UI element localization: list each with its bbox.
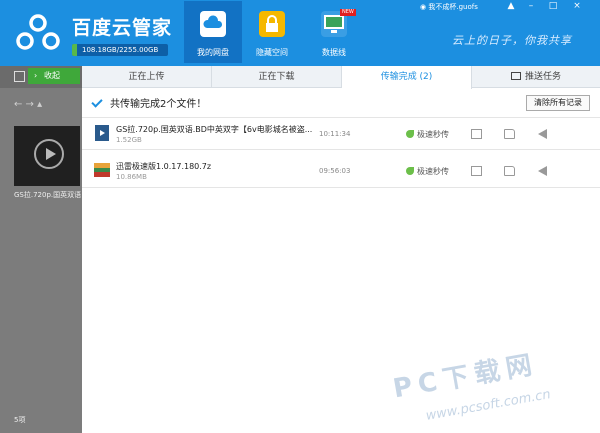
baidu-cloud-logo-icon [16,14,60,50]
tab-push-tasks[interactable]: 推送任务 [472,66,600,88]
archive-file-icon [94,163,110,177]
play-icon [34,139,64,169]
username: 我不成杯.guofs [428,3,478,11]
tab-completed[interactable]: 传输完成 (2) [342,66,472,89]
storage-quota-fill [72,44,77,56]
maximize-button[interactable]: □ [546,1,560,11]
summary-text: 共传输完成2个文件！ [110,99,207,110]
chevron-right-icon: › [34,71,38,80]
file-size: 10.86MB [116,173,147,181]
app-title: 百度云管家 [72,17,173,39]
rocket-icon [406,167,414,175]
file-time: 10:11:34 [319,130,351,138]
close-button[interactable]: × [570,1,584,11]
tab-uploading[interactable]: 正在上传 [82,66,212,88]
delete-record-icon[interactable] [538,166,547,176]
open-folder-icon[interactable] [504,129,515,139]
nav-arrows[interactable]: ← → ▴ [14,99,42,110]
left-toolbar: › 收起 [0,66,82,88]
cloud-drive-icon [200,11,226,37]
minimize-button[interactable]: – [524,1,538,11]
rocket-icon [406,130,414,138]
file-name: 迅雷极速版1.0.17.180.7z [116,162,212,171]
clear-records-button[interactable]: 清除所有记录 [526,95,590,111]
open-file-icon[interactable] [471,129,482,139]
title-bar: 百度云管家 108.18GB/2255.00GB 我的网盘 隐藏空间 NEW 数… [0,0,600,66]
notification-button[interactable]: ▲ [504,1,518,11]
instant-transfer-tag: 极速秒传 [406,166,449,177]
nav-my-drive[interactable]: 我的网盘 [184,1,242,63]
nav-label: 隐藏空间 [256,48,288,57]
file-time: 09:56:03 [319,167,351,175]
slogan: 云上的日子，你我共享 [452,34,572,47]
user-avatar-icon: ◉ [420,3,427,11]
tab-label: 推送任务 [524,72,561,82]
tab-downloading[interactable]: 正在下载 [212,66,342,88]
thumbnail-name: GS拉.720p.国英双语 [14,191,82,199]
lock-icon [259,11,285,37]
file-name: GS拉.720p.国英双语.BD中英双字【6v电影城名被盗... [116,125,312,134]
user-account[interactable]: ◉ 我不成杯.guofs [420,2,478,12]
table-row[interactable]: GS拉.720p.国英双语.BD中英双字【6v电影城名被盗... 1.52GB … [82,117,600,150]
video-thumbnail[interactable] [14,126,80,186]
video-file-icon [95,125,109,141]
nav-label: 我的网盘 [197,48,229,57]
new-badge: NEW [340,9,356,16]
open-file-icon[interactable] [471,166,482,176]
file-size: 1.52GB [116,136,142,144]
upload-icon[interactable] [14,71,25,82]
storage-quota-bar: 108.18GB/2255.00GB [72,44,168,56]
collapse-label: 收起 [44,71,60,80]
check-icon [91,96,103,108]
nav-label: 数据线 [322,48,346,57]
transfer-tabs: 正在上传 正在下载 传输完成 (2) 推送任务 [82,66,600,89]
collapse-button[interactable]: › 收起 [28,68,80,84]
left-panel: › 收起 ← → ▴ GS拉.720p.国英双语 5项 [0,66,82,433]
instant-transfer-tag: 极速秒传 [406,129,449,140]
nav-hidden-space[interactable]: 隐藏空间 [243,1,301,63]
nav-data-cable[interactable]: NEW 数据线 [305,1,363,63]
storage-quota-text: 108.18GB/2255.00GB [82,46,159,54]
item-count: 5项 [14,416,26,424]
table-row[interactable]: 迅雷极速版1.0.17.180.7z 10.86MB 09:56:03 极速秒传 [82,155,600,188]
open-folder-icon[interactable] [504,166,515,176]
delete-record-icon[interactable] [538,129,547,139]
transfer-summary: 共传输完成2个文件！ [91,95,207,110]
push-icon [510,72,521,80]
